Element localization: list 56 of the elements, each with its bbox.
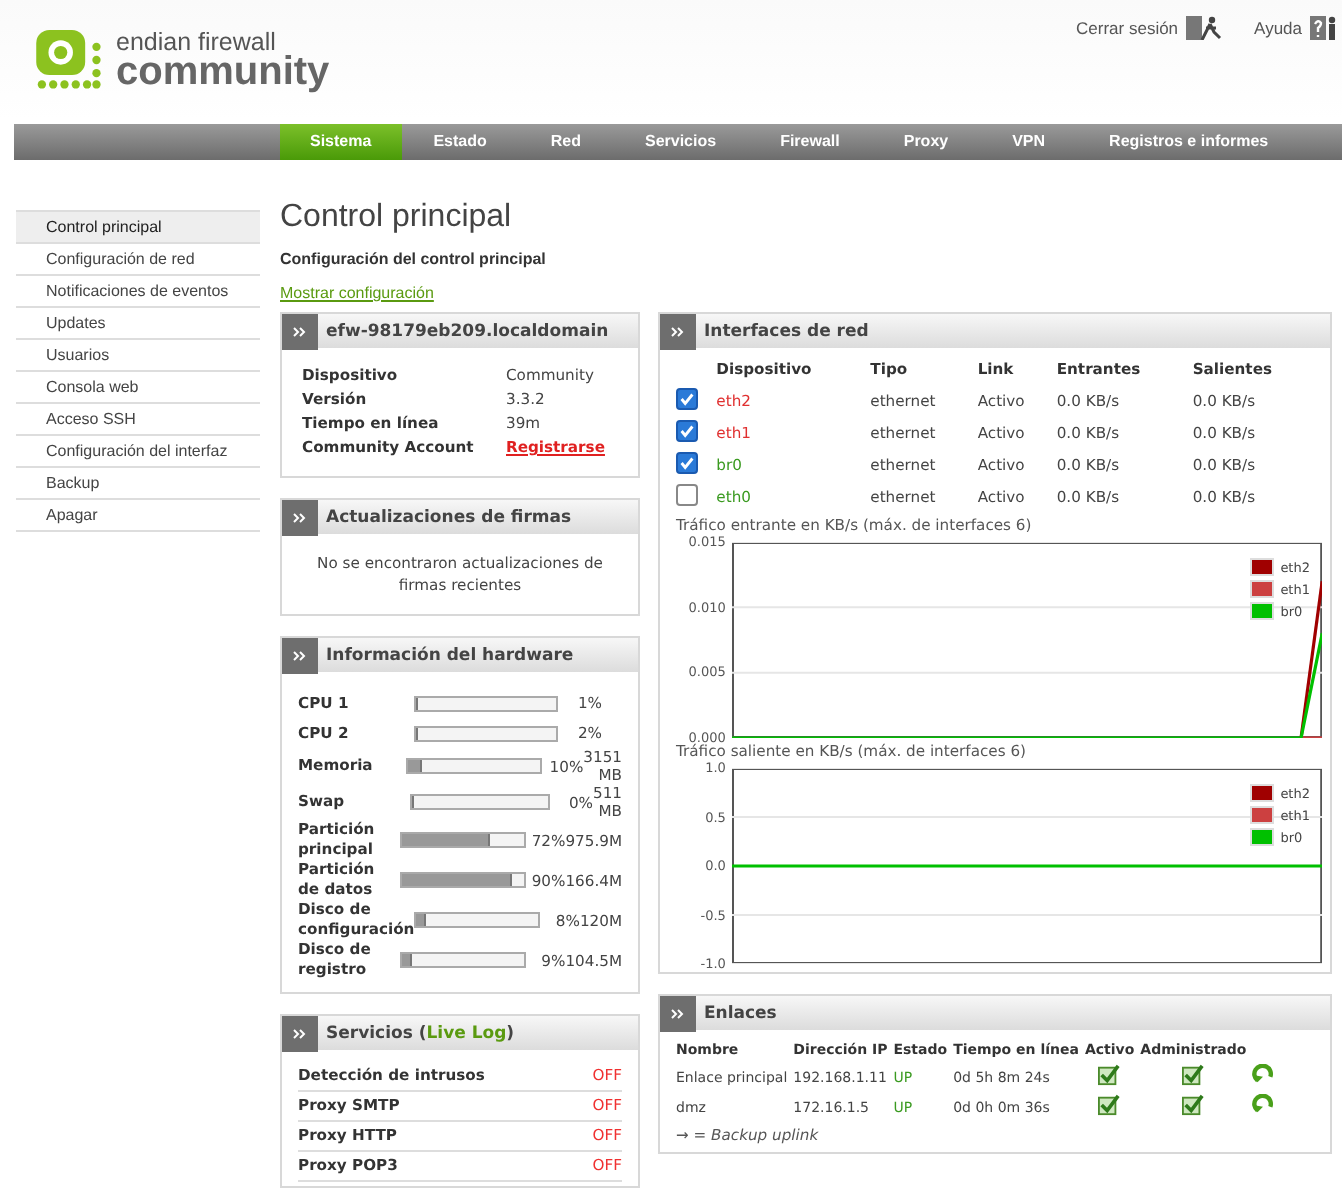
menu-tab[interactable]: Proxy [871, 124, 981, 160]
panel-title: Interfaces de red [704, 321, 869, 341]
sidebar-item[interactable]: Updates [16, 308, 260, 340]
usage-bar [414, 912, 541, 928]
help-icon[interactable] [1310, 16, 1338, 40]
exit-icon[interactable] [1186, 16, 1223, 40]
sidebar-item[interactable]: Configuración de red [16, 244, 260, 276]
menu-tab[interactable]: Firewall [748, 124, 872, 160]
legend-swatch [1250, 828, 1275, 846]
sidebar-item[interactable]: Control principal [16, 210, 260, 244]
usage-bar [399, 952, 527, 968]
interface-checkbox[interactable] [676, 420, 698, 442]
menu-tab[interactable]: Estado [401, 124, 519, 160]
page-title: Control principal [280, 198, 514, 238]
top-link[interactable]: Ayuda [1254, 18, 1302, 38]
show-config-link[interactable]: Mostrar configuración [280, 284, 434, 302]
usage-bar [410, 794, 551, 810]
sidebar-item[interactable]: Backup [16, 468, 260, 500]
panel-title: Servicios (Live Log) [326, 1023, 515, 1043]
panel-title: efw-98179eb209.localdomain [326, 321, 609, 341]
menu-tab[interactable]: Servicios [612, 124, 749, 160]
collapse-icon[interactable] [282, 313, 318, 349]
reconnect-icon[interactable] [1252, 1094, 1275, 1116]
sidebar-item[interactable]: Consola web [16, 372, 260, 404]
top-link[interactable]: Cerrar sesión [1076, 18, 1179, 38]
usage-bar [399, 832, 527, 848]
sidebar-item[interactable]: Notificaciones de eventos [16, 276, 260, 308]
reconnect-icon[interactable] [1252, 1064, 1275, 1086]
sidebar-item[interactable]: Apagar [16, 500, 260, 532]
panel-title: Actualizaciones de firmas [326, 507, 572, 527]
sidebar-item[interactable]: Acceso SSH [16, 404, 260, 436]
usage-bar [399, 872, 527, 888]
menu-tab[interactable]: Registros e informes [1077, 124, 1301, 160]
interface-checkbox[interactable] [676, 388, 698, 410]
panel-title: Enlaces [704, 1003, 777, 1023]
usage-bar [414, 725, 558, 741]
legend-swatch [1250, 558, 1275, 576]
logo-line: endian firewall [116, 30, 276, 55]
collapse-icon[interactable] [660, 995, 696, 1031]
interface-checkbox[interactable] [676, 483, 698, 505]
collapse-icon[interactable] [282, 637, 318, 673]
collapse-icon[interactable] [660, 313, 696, 349]
panel-title: Información del hardware [326, 645, 574, 665]
usage-bar [406, 758, 542, 774]
legend-swatch [1250, 580, 1275, 598]
legend-swatch [1250, 784, 1275, 802]
interface-checkbox[interactable] [676, 452, 698, 474]
collapse-icon[interactable] [282, 499, 318, 535]
logo-wordmark: community [116, 51, 330, 91]
page-subtitle: Configuración del control principal [280, 250, 548, 268]
usage-bar [414, 695, 558, 711]
menu-tab[interactable]: VPN [980, 124, 1078, 160]
menu-tab[interactable]: Red [518, 124, 613, 160]
sidebar-item[interactable]: Usuarios [16, 340, 260, 372]
collapse-icon[interactable] [282, 1015, 318, 1051]
sidebar-item[interactable]: Configuración del interfaz [16, 436, 260, 468]
